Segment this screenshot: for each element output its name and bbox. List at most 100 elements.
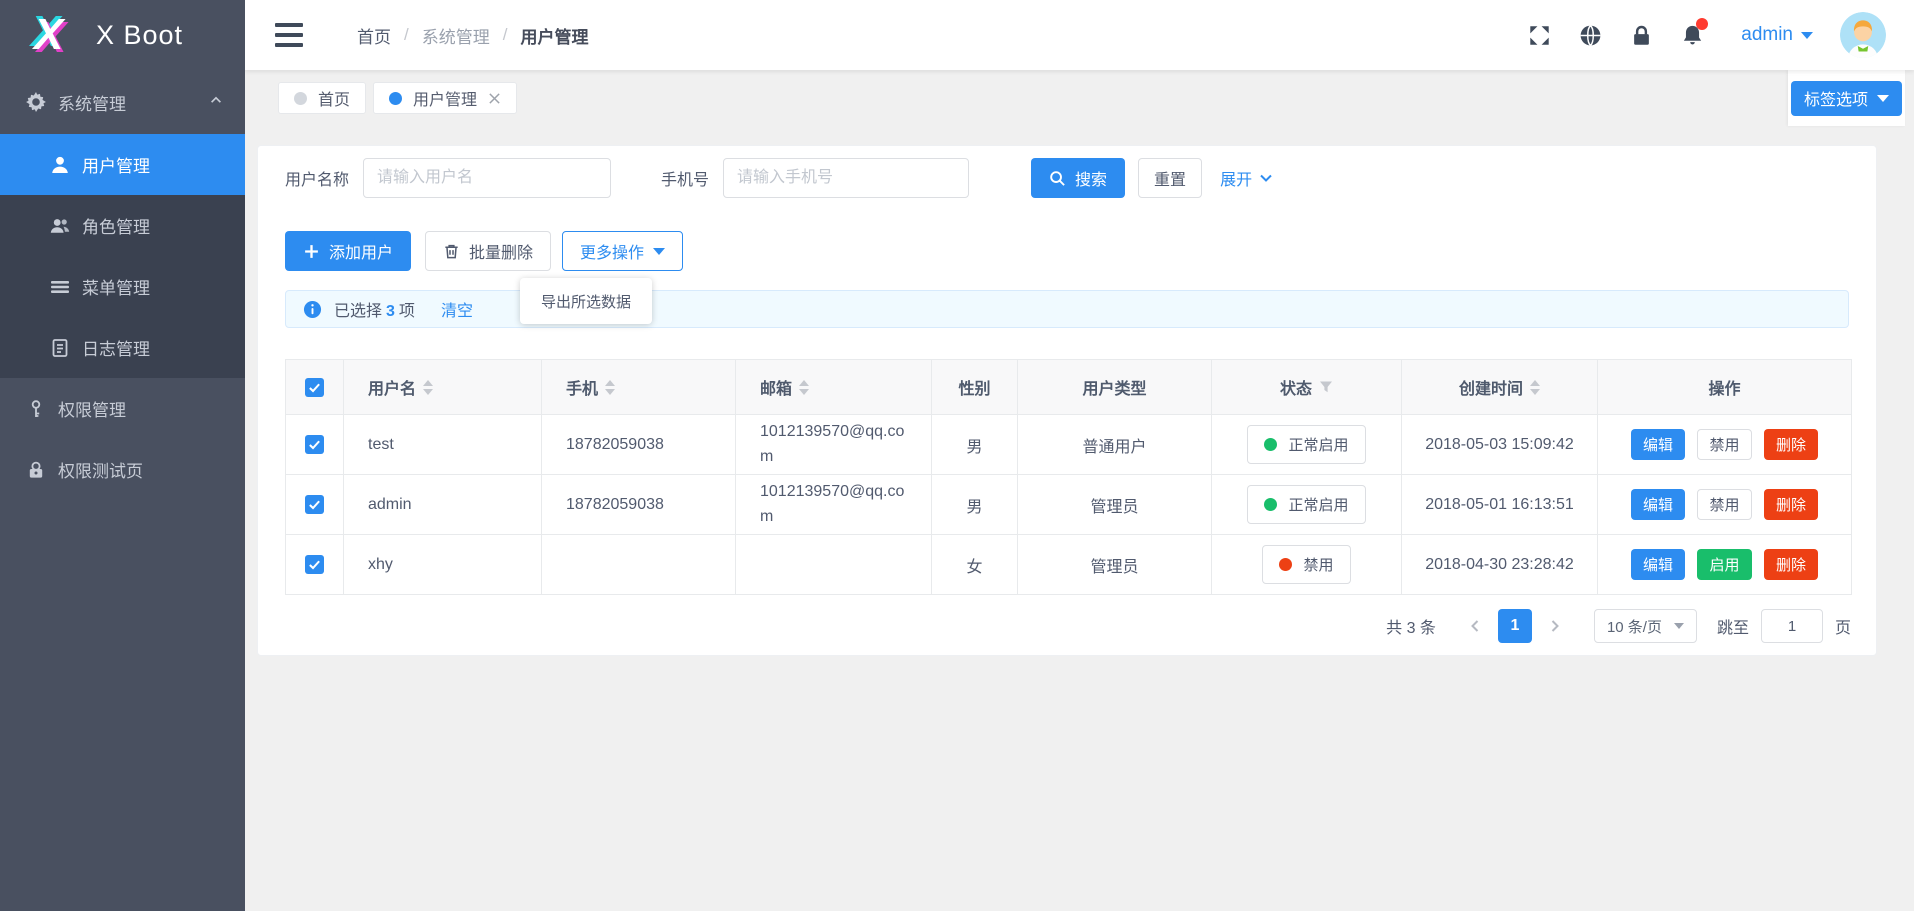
- dropdown-item-export-selected[interactable]: 导出所选数据: [520, 284, 652, 318]
- main-area: 首页 / 系统管理 / 用户管理: [245, 0, 1914, 911]
- lock-screen-icon[interactable]: [1629, 23, 1653, 47]
- cell-gender: 男: [932, 475, 1018, 535]
- fullscreen-icon[interactable]: [1527, 23, 1551, 47]
- breadcrumb-section[interactable]: 系统管理: [422, 23, 490, 48]
- sidebar-item-user-management[interactable]: 用户管理: [0, 134, 245, 195]
- sidebar-item-role-management[interactable]: 角色管理: [0, 195, 245, 256]
- phone-label: 手机号: [661, 166, 709, 190]
- chevron-down-icon: [1259, 171, 1273, 185]
- page-size-select[interactable]: 10 条/页: [1594, 609, 1697, 643]
- edit-button[interactable]: 编辑: [1631, 489, 1685, 520]
- search-button[interactable]: 搜索: [1031, 158, 1125, 198]
- disable-button[interactable]: 禁用: [1697, 429, 1751, 460]
- avatar[interactable]: [1840, 12, 1886, 58]
- sidebar-item-permission-test[interactable]: 权限测试页: [0, 439, 245, 500]
- user-menu[interactable]: admin: [1741, 24, 1813, 46]
- cell-gender: 女: [932, 535, 1018, 595]
- page-unit-label: 页: [1835, 614, 1851, 638]
- close-icon[interactable]: [488, 92, 501, 105]
- info-icon: [303, 300, 322, 319]
- breadcrumb-current: 用户管理: [520, 23, 588, 48]
- language-globe-icon[interactable]: [1578, 23, 1602, 47]
- cell-user-type: 普通用户: [1018, 415, 1212, 475]
- cell-email: 1012139570@qq.com: [760, 480, 910, 530]
- sidebar-item-permission-management[interactable]: 权限管理: [0, 378, 245, 439]
- expand-link[interactable]: 展开: [1220, 166, 1273, 190]
- breadcrumb: 首页 / 系统管理 / 用户管理: [357, 23, 588, 48]
- jump-page-input[interactable]: [1761, 609, 1823, 643]
- sort-icon[interactable]: [1530, 380, 1540, 395]
- sidebar-group-system[interactable]: 系统管理: [0, 70, 245, 134]
- search-icon: [1049, 170, 1066, 187]
- sidebar-submenu: 用户管理 角色管理 菜单管理 日志管理: [0, 134, 245, 378]
- cell-gender: 男: [932, 415, 1018, 475]
- sort-icon[interactable]: [605, 380, 615, 395]
- sidebar-item-menu-management[interactable]: 菜单管理: [0, 256, 245, 317]
- tab-user-management[interactable]: 用户管理: [373, 82, 517, 114]
- content: 用户名称 手机号 搜索 重置 展开: [245, 126, 1914, 911]
- breadcrumb-home[interactable]: 首页: [357, 23, 391, 48]
- selection-text: 已选择3项: [334, 297, 415, 321]
- edit-button[interactable]: 编辑: [1631, 549, 1685, 580]
- reset-button[interactable]: 重置: [1138, 158, 1202, 198]
- sidebar-item-log-management[interactable]: 日志管理: [0, 317, 245, 378]
- more-actions-button[interactable]: 更多操作: [562, 231, 683, 271]
- delete-button[interactable]: 删除: [1764, 549, 1818, 580]
- sort-icon[interactable]: [799, 380, 809, 395]
- notifications-bell-icon[interactable]: [1680, 23, 1704, 47]
- tab-options-button[interactable]: 标签选项: [1791, 81, 1902, 116]
- cell-phone: 18782059038: [542, 475, 736, 535]
- users-table: 用户名 手机 邮箱 性别 用户类型 状态 创建时间 操作: [285, 359, 1852, 595]
- table-header-row: 用户名 手机 邮箱 性别 用户类型 状态 创建时间 操作: [286, 360, 1852, 415]
- tab-home[interactable]: 首页: [278, 82, 366, 114]
- next-page-icon[interactable]: [1538, 609, 1572, 643]
- prev-page-icon[interactable]: [1458, 609, 1492, 643]
- cell-user-type: 管理员: [1018, 535, 1212, 595]
- chevron-down-icon: [1877, 95, 1889, 102]
- more-actions-dropdown: 导出所选数据: [520, 278, 652, 324]
- row-checkbox[interactable]: [305, 495, 324, 514]
- batch-delete-button[interactable]: 批量删除: [425, 231, 551, 271]
- page-number-current[interactable]: 1: [1498, 609, 1532, 643]
- table-row: xhy 女 管理员 禁用 2018-04-30 23:28:42 编辑 启用 删…: [286, 535, 1852, 595]
- select-all-checkbox[interactable]: [305, 378, 324, 397]
- sidebar-group-label: 系统管理: [58, 90, 126, 115]
- enable-button[interactable]: 启用: [1697, 549, 1751, 580]
- user-management-card: 用户名称 手机号 搜索 重置 展开: [257, 145, 1877, 656]
- edit-button[interactable]: 编辑: [1631, 429, 1685, 460]
- menu-list-icon: [50, 277, 70, 297]
- cell-phone: 18782059038: [542, 415, 736, 475]
- topbar-actions: admin: [1527, 12, 1886, 58]
- user-icon: [50, 155, 70, 175]
- username-input[interactable]: [363, 158, 611, 198]
- cell-created: 2018-04-30 23:28:42: [1402, 535, 1598, 595]
- status-dot-disabled: [1279, 558, 1292, 571]
- gear-icon: [26, 92, 46, 112]
- phone-input[interactable]: [723, 158, 969, 198]
- row-checkbox[interactable]: [305, 435, 324, 454]
- status-badge: 禁用: [1262, 545, 1350, 584]
- selection-count: 3: [386, 303, 395, 320]
- delete-button[interactable]: 删除: [1764, 489, 1818, 520]
- document-icon: [50, 338, 70, 358]
- chevron-down-icon: [1674, 623, 1684, 629]
- trash-icon: [443, 243, 460, 260]
- tab-options-container: 标签选项: [1788, 70, 1905, 126]
- users-icon: [50, 216, 70, 236]
- status-dot-enabled: [1264, 498, 1277, 511]
- hamburger-menu-icon[interactable]: [271, 19, 307, 51]
- status-dot-enabled: [1264, 438, 1277, 451]
- sort-icon[interactable]: [423, 380, 433, 395]
- row-checkbox[interactable]: [305, 555, 324, 574]
- add-user-button[interactable]: 添加用户: [285, 231, 411, 271]
- filter-funnel-icon[interactable]: [1319, 380, 1333, 394]
- cell-created: 2018-05-01 16:13:51: [1402, 475, 1598, 535]
- disable-button[interactable]: 禁用: [1697, 489, 1751, 520]
- clear-selection-link[interactable]: 清空: [441, 297, 473, 321]
- cell-user-type: 管理员: [1018, 475, 1212, 535]
- delete-button[interactable]: 删除: [1764, 429, 1818, 460]
- sidebar: X X X X Boot 系统管理 用户管理: [0, 0, 245, 911]
- toolbar-row: 添加用户 批量删除 更多操作 导出所选数据: [285, 231, 1849, 271]
- pagination-total: 共 3 条: [1386, 614, 1436, 638]
- logo-x-mark: X X X: [34, 10, 80, 60]
